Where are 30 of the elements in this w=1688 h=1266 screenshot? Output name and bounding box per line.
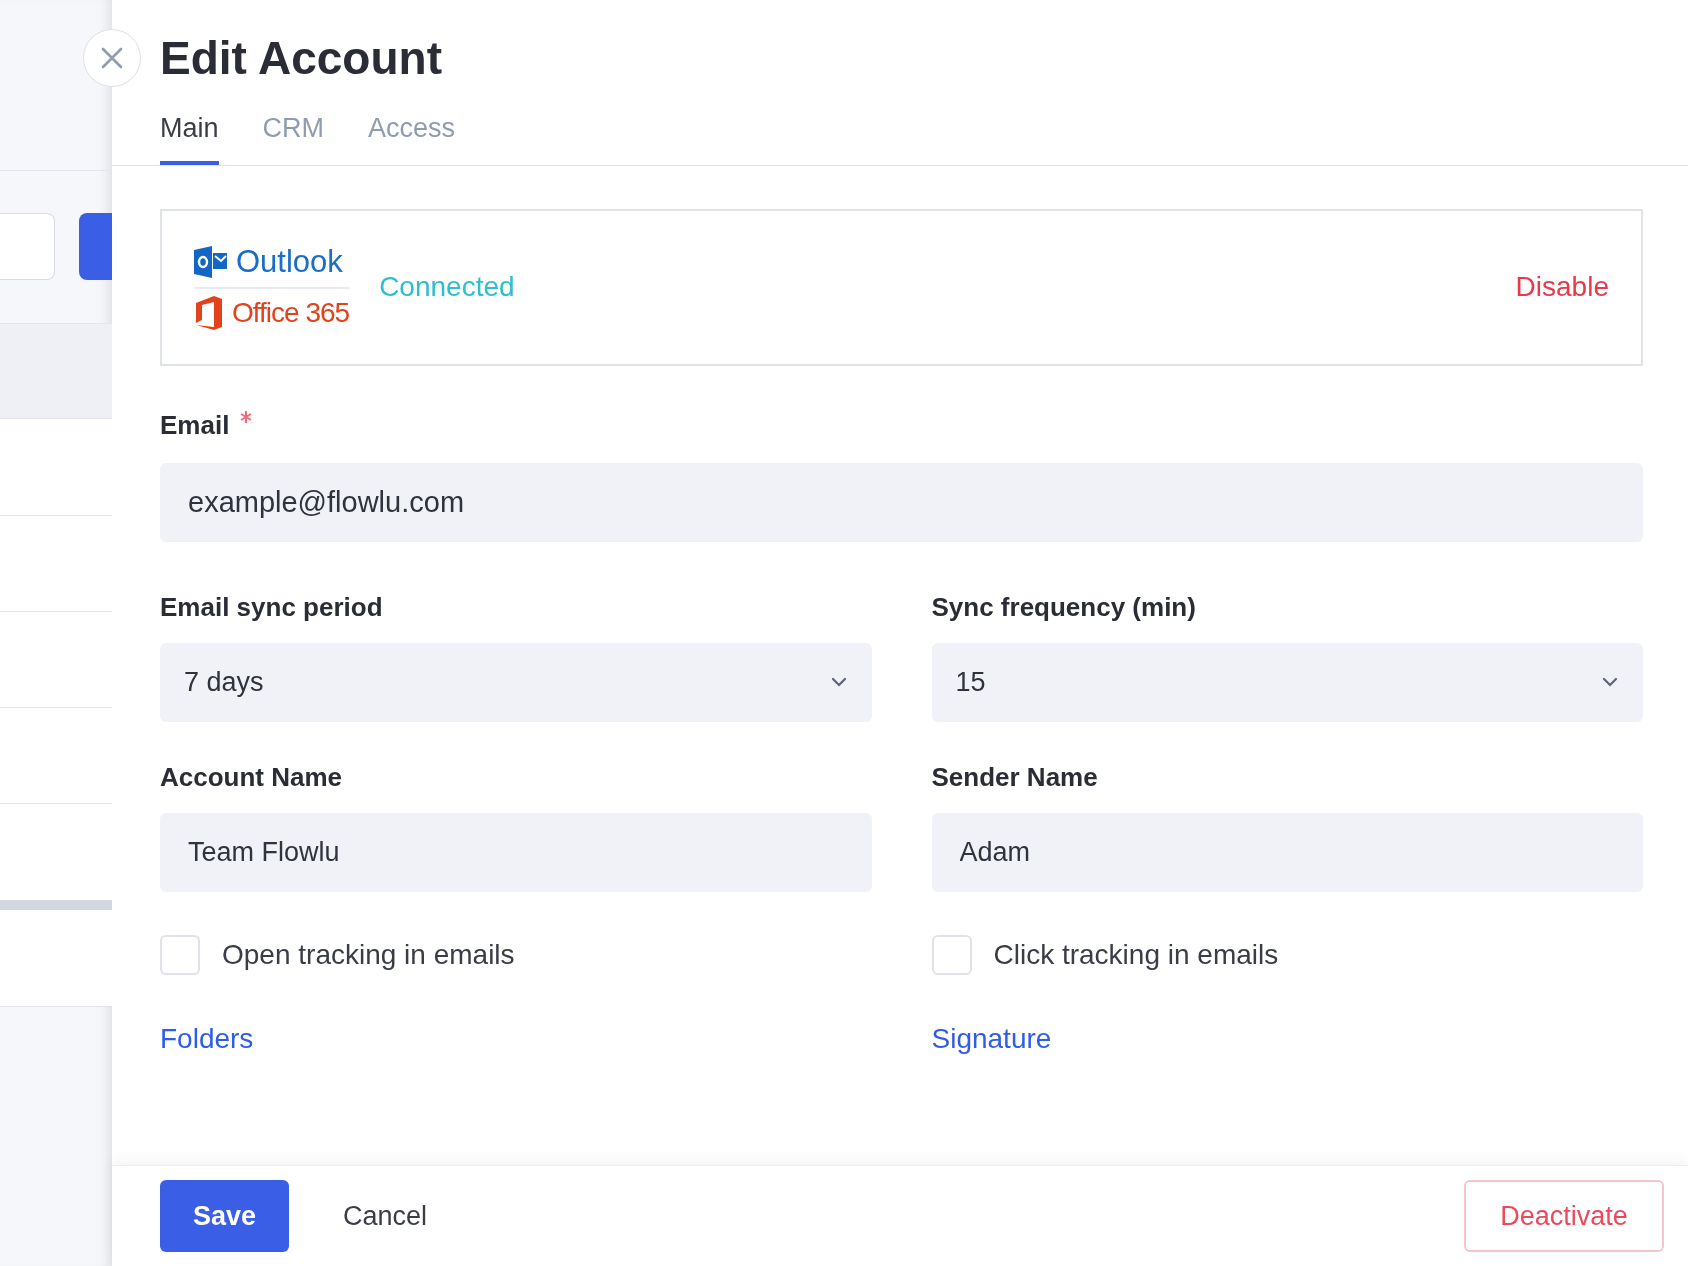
connection-status: Connected	[379, 270, 515, 304]
logo-text: Outlook	[236, 243, 343, 281]
input-field[interactable]: Team Flowlu	[160, 812, 872, 892]
save-button[interactable]: Save	[160, 1180, 289, 1252]
email-input[interactable]: example@flowlu.com	[160, 462, 1643, 542]
chevron-down-icon	[1601, 676, 1619, 688]
disable-link[interactable]: Disable	[1515, 266, 1609, 308]
close-icon	[100, 46, 124, 70]
field-label: Email	[160, 408, 230, 442]
deactivate-button[interactable]: Deactivate	[1464, 1180, 1664, 1252]
mail-logo-icon	[194, 246, 228, 278]
select-field[interactable]: 15	[931, 642, 1643, 722]
field-label: Sync frequency (min)	[931, 590, 1197, 624]
office-logo-icon	[194, 295, 224, 331]
field-label: Email sync period	[160, 590, 384, 624]
section-link[interactable]: Folders	[160, 1022, 254, 1054]
select-field[interactable]: 7 days	[160, 642, 872, 722]
panel-title: Edit Account	[160, 31, 443, 86]
chevron-down-icon	[829, 676, 848, 688]
logo-text: Office 365	[232, 296, 350, 330]
checkbox-label: Open tracking in emails	[222, 937, 515, 972]
tab[interactable]: Main	[160, 108, 219, 165]
checkbox[interactable]	[931, 934, 972, 975]
field-label: Account Name	[160, 760, 344, 794]
input-field[interactable]: Adam	[931, 812, 1643, 892]
checkbox-label: Click tracking in emails	[993, 937, 1279, 972]
checkbox[interactable]	[160, 934, 200, 975]
field-label: Sender Name	[931, 760, 1099, 794]
section-link[interactable]: Signature	[931, 1022, 1052, 1054]
cancel-button[interactable]: Cancel	[319, 1180, 452, 1252]
